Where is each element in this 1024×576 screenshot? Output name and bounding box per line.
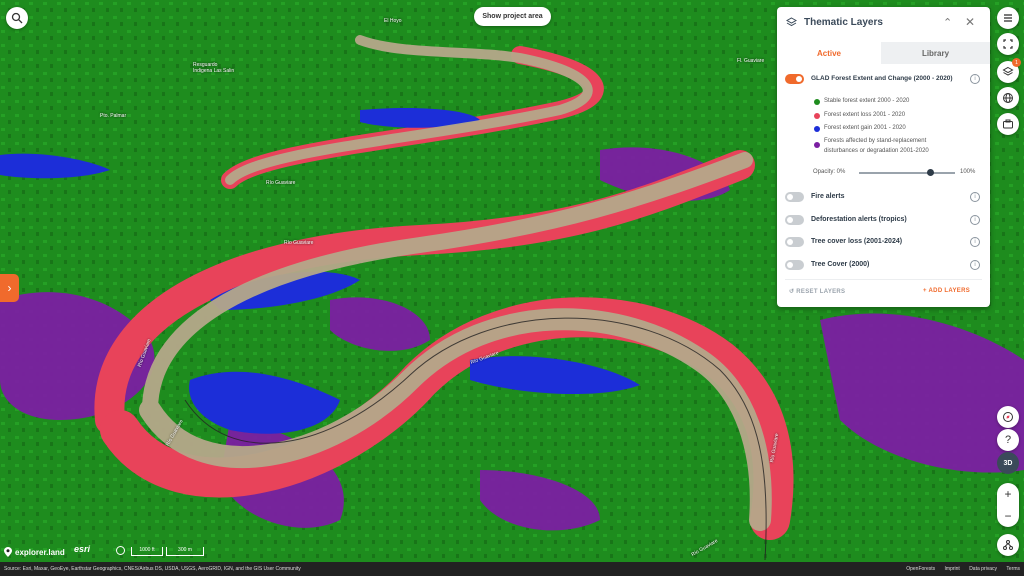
hamburger-icon <box>1004 14 1012 22</box>
legend-text-gain: Forest extent gain 2001 - 2020 <box>824 125 906 131</box>
tab-library[interactable]: Library <box>881 42 990 64</box>
tree-cover-loss-name: Tree cover loss (2001-2024) <box>811 238 903 245</box>
footer-link-openforests[interactable]: OpenForests <box>906 566 935 572</box>
locate-icon[interactable] <box>116 546 125 555</box>
map-pin-icon <box>4 547 12 557</box>
show-project-area-button[interactable]: Show project area <box>474 7 551 26</box>
media-button[interactable] <box>997 113 1019 135</box>
panel-tabs: Active Library <box>777 42 990 66</box>
camera-icon <box>1003 119 1013 129</box>
reset-layers-button[interactable]: ↺ RESET LAYERS <box>789 288 845 295</box>
footer-link-imprint[interactable]: Imprint <box>945 566 960 572</box>
zoom-search-button[interactable] <box>6 7 28 29</box>
attribution-text: Source: Esri, Maxar, GeoEye, Earthstar G… <box>4 566 301 572</box>
panel-header: Thematic Layers ⌃ ✕ <box>777 7 990 39</box>
layers-count-badge: 1 <box>1012 58 1021 67</box>
deforestation-alerts-toggle[interactable] <box>785 215 804 225</box>
add-layers-button[interactable]: + ADD LAYERS <box>923 288 970 294</box>
plus-icon: + <box>1004 487 1012 501</box>
menu-button[interactable] <box>997 7 1019 29</box>
zoom-controls: + − <box>997 483 1019 527</box>
zoom-search-icon <box>11 12 23 24</box>
tree-cover-loss-toggle[interactable] <box>785 237 804 247</box>
legend-text-degradation: Forests affected by stand-replacement <box>824 138 927 144</box>
minus-icon: − <box>1004 509 1012 523</box>
side-panel-toggle[interactable]: › <box>0 274 19 302</box>
panel-title: Thematic Layers <box>804 17 883 28</box>
brand-name: explorer.land <box>15 547 65 557</box>
glad-layer-toggle[interactable] <box>785 74 804 84</box>
esri-logo: esri <box>74 544 91 554</box>
fullscreen-button[interactable] <box>997 33 1019 55</box>
info-icon[interactable]: i <box>970 74 980 84</box>
layers-icon <box>786 17 797 27</box>
close-icon[interactable]: ✕ <box>965 15 975 29</box>
chevron-right-icon: › <box>7 281 12 295</box>
zoom-out-button[interactable]: − <box>997 507 1019 525</box>
legend-dot-degradation <box>814 142 820 148</box>
basemap-button[interactable] <box>997 87 1019 109</box>
info-icon[interactable]: i <box>970 192 980 202</box>
panel-divider <box>785 279 982 280</box>
opacity-max-label: 100% <box>960 169 976 175</box>
zoom-in-button[interactable]: + <box>997 485 1019 503</box>
footer-link-data-privacy[interactable]: Data privacy <box>969 566 997 572</box>
legend-dot-loss <box>814 113 820 119</box>
legend-text-stable: Stable forest extent 2000 - 2020 <box>824 98 910 104</box>
fire-alerts-toggle[interactable] <box>785 192 804 202</box>
fullscreen-icon <box>1003 39 1013 49</box>
share-button[interactable] <box>997 534 1019 556</box>
reset-label: RESET LAYERS <box>796 289 846 295</box>
legend-text-loss: Forest extent loss 2001 - 2020 <box>824 112 906 118</box>
info-icon[interactable]: i <box>970 215 980 225</box>
footer-links: OpenForests Imprint Data privacy Terms <box>898 566 1020 572</box>
scale-bar-meters: 300 m <box>166 547 204 556</box>
globe-icon <box>1003 93 1013 103</box>
deforestation-alerts-name: Deforestation alerts (tropics) <box>811 216 907 223</box>
tree-cover-toggle[interactable] <box>785 260 804 270</box>
opacity-slider-track[interactable] <box>859 172 955 174</box>
attribution-bar: Source: Esri, Maxar, GeoEye, Earthstar G… <box>0 562 1024 576</box>
layers-stack-icon <box>1002 66 1014 76</box>
toggle-3d-button[interactable]: 3D <box>997 452 1019 474</box>
tab-active[interactable]: Active <box>777 42 881 66</box>
chevron-up-icon[interactable]: ⌃ <box>943 16 952 29</box>
info-icon[interactable]: i <box>970 237 980 247</box>
tree-cover-name: Tree Cover (2000) <box>811 261 870 268</box>
legend-text-degradation-2: disturbances or degradation 2001-2020 <box>824 148 929 154</box>
fire-alerts-name: Fire alerts <box>811 193 845 200</box>
opacity-label: Opacity: 0% <box>813 169 846 175</box>
compass-icon <box>1003 412 1013 422</box>
scale-bar-feet: 1000 ft <box>131 547 163 556</box>
glad-layer-name: GLAD Forest Extent and Change (2000 - 20… <box>811 75 953 82</box>
info-icon[interactable]: i <box>970 260 980 270</box>
legend-dot-stable <box>814 99 820 105</box>
help-icon: ? <box>1004 434 1012 446</box>
legend-dot-gain <box>814 126 820 132</box>
footer-link-terms[interactable]: Terms <box>1006 566 1020 572</box>
network-icon <box>1003 540 1013 550</box>
help-button[interactable]: ? <box>997 429 1019 451</box>
thematic-layers-panel: Thematic Layers ⌃ ✕ Active Library GLAD … <box>777 7 990 307</box>
opacity-slider-thumb[interactable] <box>927 169 934 176</box>
explorer-land-logo[interactable]: explorer.land <box>4 545 65 559</box>
compass-button[interactable] <box>997 406 1019 428</box>
